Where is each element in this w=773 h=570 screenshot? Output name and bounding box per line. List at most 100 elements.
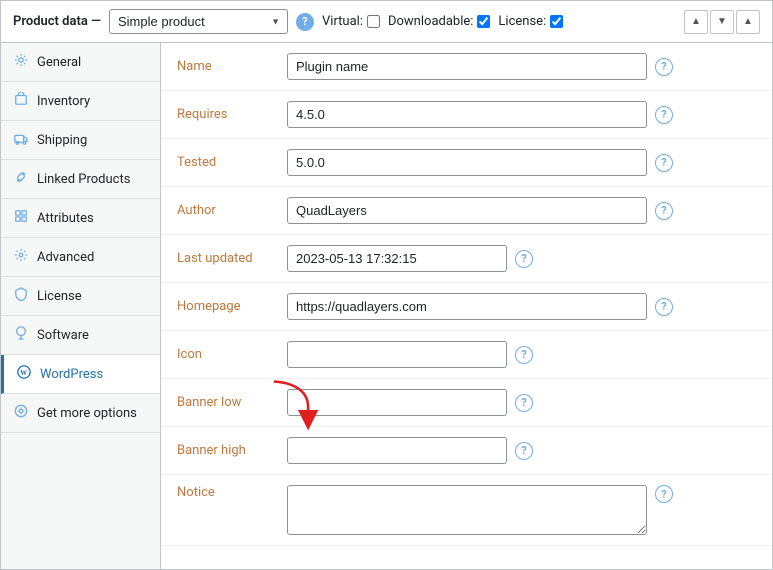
field-row-last-updated: Last updated ? bbox=[161, 235, 772, 283]
notice-input[interactable] bbox=[287, 485, 647, 535]
sidebar-item-advanced[interactable]: Advanced bbox=[1, 238, 160, 277]
license-checkbox-group: License: bbox=[498, 14, 563, 29]
sidebar-item-wordpress[interactable]: W WordPress bbox=[1, 355, 160, 394]
field-input-wrapper-requires: ? bbox=[287, 101, 756, 128]
field-label-homepage: Homepage bbox=[177, 299, 287, 314]
field-row-requires: Requires ? bbox=[161, 91, 772, 139]
sidebar-linked-products-label: Linked Products bbox=[37, 172, 130, 187]
icon-help-icon[interactable]: ? bbox=[515, 346, 533, 364]
product-type-select-wrapper: Simple product Grouped product External/… bbox=[109, 9, 288, 34]
license-sidebar-icon bbox=[13, 287, 29, 305]
homepage-help-icon[interactable]: ? bbox=[655, 298, 673, 316]
field-label-banner-low: Banner low bbox=[177, 395, 287, 410]
field-input-wrapper-author: ? bbox=[287, 197, 756, 224]
field-row-tested: Tested ? bbox=[161, 139, 772, 187]
field-row-author: Author ? bbox=[161, 187, 772, 235]
license-label: License: bbox=[498, 14, 546, 29]
field-row-banner-high: Banner high ? bbox=[161, 427, 772, 475]
banner-low-input[interactable] bbox=[287, 389, 507, 416]
field-input-wrapper-notice: ? bbox=[287, 485, 756, 535]
downloadable-checkbox[interactable] bbox=[477, 15, 490, 28]
sidebar-item-general[interactable]: General bbox=[1, 43, 160, 82]
field-input-wrapper-banner-high: ? bbox=[287, 437, 756, 464]
tested-help-icon[interactable]: ? bbox=[655, 154, 673, 172]
inventory-icon bbox=[13, 92, 29, 110]
field-input-wrapper-last-updated: ? bbox=[287, 245, 756, 272]
sidebar-shipping-label: Shipping bbox=[37, 133, 87, 148]
sidebar-get-more-label: Get more options bbox=[37, 406, 137, 421]
field-label-notice: Notice bbox=[177, 485, 287, 500]
sidebar-advanced-label: Advanced bbox=[37, 250, 94, 265]
nav-down-button[interactable]: ▼ bbox=[710, 10, 734, 34]
wordpress-icon: W bbox=[16, 365, 32, 383]
field-label-requires: Requires bbox=[177, 107, 287, 122]
nav-up-button[interactable]: ▲ bbox=[684, 10, 708, 34]
field-label-last-updated: Last updated bbox=[177, 251, 287, 266]
downloadable-label: Downloadable: bbox=[388, 14, 473, 29]
sidebar-item-get-more-options[interactable]: Get more options bbox=[1, 394, 160, 433]
homepage-input[interactable] bbox=[287, 293, 647, 320]
product-data-label: Product data — bbox=[13, 14, 101, 29]
sidebar-general-label: General bbox=[37, 55, 81, 70]
field-label-banner-high: Banner high bbox=[177, 443, 287, 458]
requires-input[interactable] bbox=[287, 101, 647, 128]
nav-expand-button[interactable]: ▲ bbox=[736, 10, 760, 34]
product-data-body: General Inventory bbox=[1, 43, 772, 569]
banner-high-help-icon[interactable]: ? bbox=[515, 442, 533, 460]
field-label-name: Name bbox=[177, 59, 287, 74]
field-label-author: Author bbox=[177, 203, 287, 218]
field-label-icon: Icon bbox=[177, 347, 287, 362]
field-row-banner-low: Banner low ? bbox=[161, 379, 772, 427]
sidebar-inventory-label: Inventory bbox=[37, 94, 90, 109]
shipping-icon bbox=[13, 131, 29, 149]
sidebar: General Inventory bbox=[1, 43, 161, 569]
name-input[interactable] bbox=[287, 53, 647, 80]
notice-help-icon[interactable]: ? bbox=[655, 485, 673, 503]
author-input[interactable] bbox=[287, 197, 647, 224]
sidebar-license-label: License bbox=[37, 289, 82, 304]
banner-high-input[interactable] bbox=[287, 437, 507, 464]
last-updated-help-icon[interactable]: ? bbox=[515, 250, 533, 268]
field-row-notice: Notice ? bbox=[161, 475, 772, 546]
nav-arrows: ▲ ▼ ▲ bbox=[684, 10, 760, 34]
general-icon bbox=[13, 53, 29, 71]
product-data-header: Product data — Simple product Grouped pr… bbox=[1, 1, 772, 43]
product-type-help-icon[interactable]: ? bbox=[296, 13, 314, 31]
advanced-icon bbox=[13, 248, 29, 266]
virtual-checkbox[interactable] bbox=[367, 15, 380, 28]
author-help-icon[interactable]: ? bbox=[655, 202, 673, 220]
sidebar-item-license[interactable]: License bbox=[1, 277, 160, 316]
linked-products-icon bbox=[13, 170, 29, 188]
sidebar-attributes-label: Attributes bbox=[37, 211, 94, 226]
get-more-options-icon bbox=[13, 404, 29, 422]
main-content: Name ? Requires ? Tested ? bbox=[161, 43, 772, 569]
software-icon bbox=[13, 326, 29, 344]
name-help-icon[interactable]: ? bbox=[655, 58, 673, 76]
license-checkbox[interactable] bbox=[550, 15, 563, 28]
requires-help-icon[interactable]: ? bbox=[655, 106, 673, 124]
field-input-wrapper-tested: ? bbox=[287, 149, 756, 176]
svg-text:W: W bbox=[20, 369, 27, 377]
sidebar-item-attributes[interactable]: Attributes bbox=[1, 199, 160, 238]
field-row-homepage: Homepage ? bbox=[161, 283, 772, 331]
icon-input[interactable] bbox=[287, 341, 507, 368]
sidebar-software-label: Software bbox=[37, 328, 89, 343]
sidebar-item-software[interactable]: Software bbox=[1, 316, 160, 355]
last-updated-input[interactable] bbox=[287, 245, 507, 272]
virtual-label: Virtual: bbox=[322, 14, 363, 29]
field-row-icon: Icon ? bbox=[161, 331, 772, 379]
sidebar-item-inventory[interactable]: Inventory bbox=[1, 82, 160, 121]
sidebar-wordpress-label: WordPress bbox=[40, 367, 103, 382]
product-data-panel: Product data — Simple product Grouped pr… bbox=[0, 0, 773, 570]
field-input-wrapper-homepage: ? bbox=[287, 293, 756, 320]
field-input-wrapper-icon: ? bbox=[287, 341, 756, 368]
sidebar-item-linked-products[interactable]: Linked Products bbox=[1, 160, 160, 199]
field-input-wrapper-banner-low: ? bbox=[287, 389, 756, 416]
banner-low-help-icon[interactable]: ? bbox=[515, 394, 533, 412]
sidebar-item-shipping[interactable]: Shipping bbox=[1, 121, 160, 160]
tested-input[interactable] bbox=[287, 149, 647, 176]
attributes-icon bbox=[13, 209, 29, 227]
field-row-name: Name ? bbox=[161, 43, 772, 91]
product-type-select[interactable]: Simple product Grouped product External/… bbox=[109, 9, 288, 34]
virtual-checkbox-group: Virtual: bbox=[322, 14, 380, 29]
